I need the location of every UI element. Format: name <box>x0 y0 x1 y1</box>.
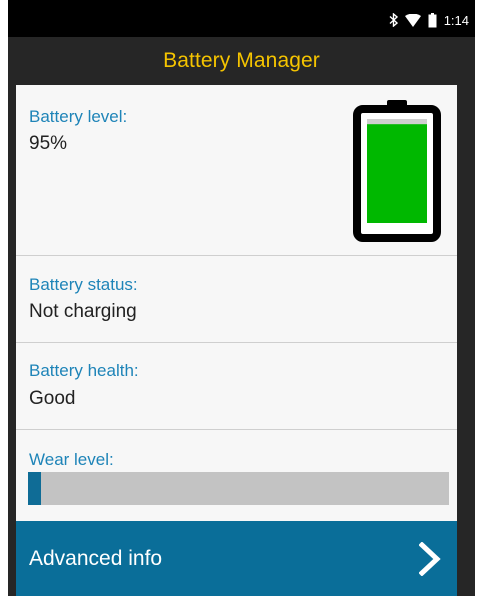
battery-level-value: 95% <box>29 133 68 154</box>
content-panel: Battery level: 95% Battery status: Not c… <box>16 85 457 521</box>
battery-level-label: Battery level: <box>29 107 128 126</box>
battery-icon <box>428 12 437 28</box>
wear-level-label: Wear level: <box>29 450 114 469</box>
battery-health-label: Battery health: <box>29 361 139 380</box>
wear-level-bar <box>28 472 449 505</box>
battery-health-section: Battery health: Good <box>16 343 457 430</box>
status-bar: 1:14 <box>8 0 475 37</box>
wifi-icon <box>404 13 421 27</box>
battery-status-section: Battery status: Not charging <box>16 256 457 343</box>
chevron-right-icon <box>418 541 441 581</box>
bluetooth-icon <box>389 13 398 27</box>
app-title: Battery Manager <box>163 49 320 72</box>
battery-status-value: Not charging <box>29 301 137 322</box>
wear-level-fill <box>28 472 41 505</box>
battery-status-label: Battery status: <box>29 275 138 294</box>
battery-level-section: Battery level: 95% <box>16 85 457 256</box>
battery-gauge-icon <box>353 100 441 247</box>
advanced-info-button[interactable]: Advanced info <box>16 521 457 596</box>
advanced-info-label: Advanced info <box>29 547 163 570</box>
battery-health-value: Good <box>29 388 76 409</box>
battery-fill <box>367 124 427 223</box>
status-time: 1:14 <box>443 12 469 28</box>
